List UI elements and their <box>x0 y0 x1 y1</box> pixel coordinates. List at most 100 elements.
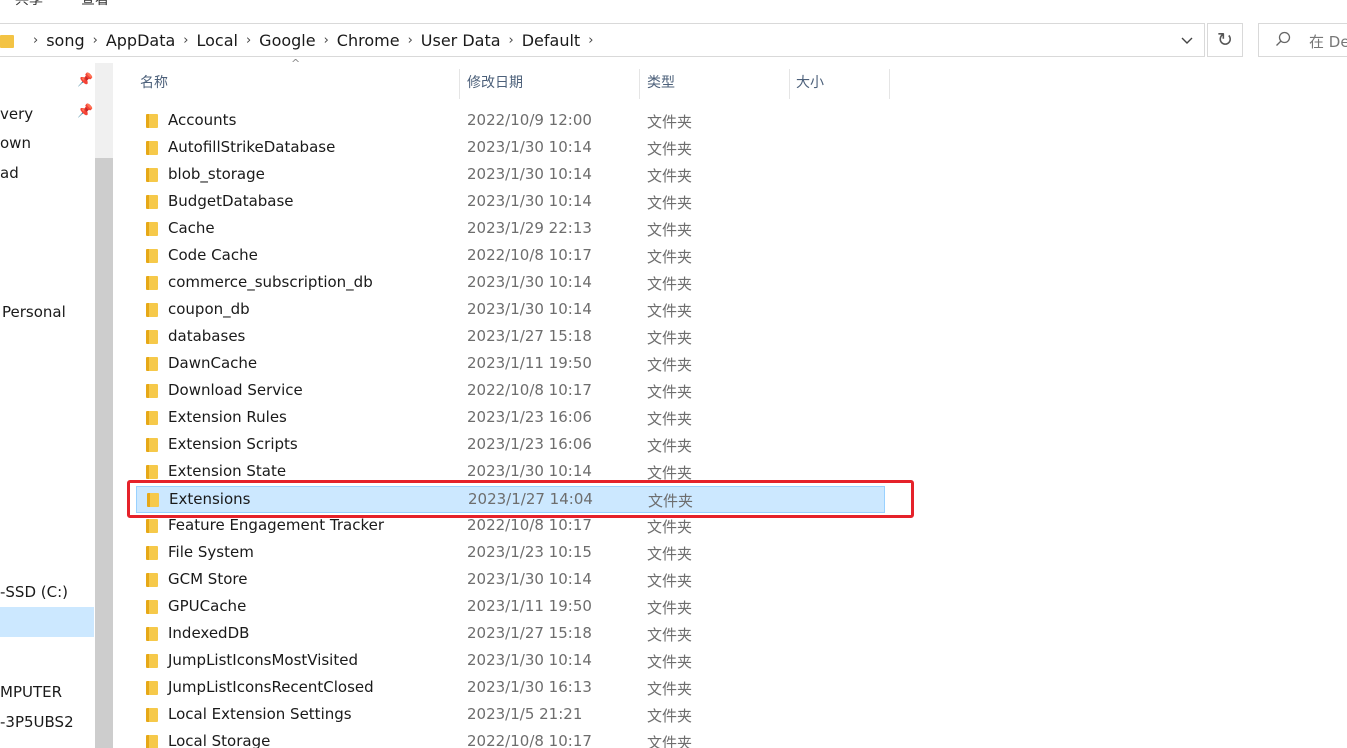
breadcrumb-separator-icon[interactable]: › <box>33 24 38 58</box>
file-name: IndexedDB <box>168 624 250 642</box>
file-modified-date: 2023/1/27 15:18 <box>467 327 592 345</box>
table-row[interactable]: BudgetDatabase 2023/1/30 10:14 文件夹 <box>136 189 885 216</box>
file-modified-date: 2023/1/30 10:14 <box>467 165 592 183</box>
table-row[interactable]: blob_storage 2023/1/30 10:14 文件夹 <box>136 162 885 189</box>
file-type: 文件夹 <box>647 626 693 644</box>
breadcrumb-item[interactable]: AppData <box>106 24 175 58</box>
file-type: 文件夹 <box>647 329 693 347</box>
file-name: commerce_subscription_db <box>168 273 373 291</box>
file-modified-date: 2023/1/30 10:14 <box>467 273 592 291</box>
table-row[interactable]: Local Extension Settings 2023/1/5 21:21 文件… <box>136 702 885 729</box>
breadcrumb-separator-icon[interactable]: › <box>246 24 251 58</box>
table-row[interactable]: DawnCache 2023/1/11 19:50 文件夹 <box>136 351 885 378</box>
table-row[interactable]: File System 2023/1/23 10:15 文件夹 <box>136 540 885 567</box>
breadcrumb-item[interactable]: Local <box>197 24 238 58</box>
file-type: 文件夹 <box>647 572 693 590</box>
folder-icon <box>0 35 14 48</box>
table-row[interactable]: Accounts 2022/10/9 12:00 文件夹 <box>136 108 885 135</box>
table-row[interactable]: Cache 2023/1/29 22:13 文件夹 <box>136 216 885 243</box>
nav-scrollbar-thumb[interactable] <box>95 158 113 748</box>
refresh-button[interactable]: ↻ <box>1207 23 1243 57</box>
file-modified-date: 2023/1/30 10:14 <box>467 192 592 210</box>
breadcrumb: › song › AppData › Local › Google › Chrome › User D… <box>25 24 601 58</box>
file-name: GPUCache <box>168 597 247 615</box>
nav-item[interactable]: ad <box>0 163 19 183</box>
breadcrumb-item[interactable]: song <box>46 24 84 58</box>
file-type: 文件夹 <box>647 140 693 158</box>
table-row[interactable]: Extension Rules 2023/1/23 16:06 文件夹 <box>136 405 885 432</box>
breadcrumb-separator-icon[interactable]: › <box>93 24 98 58</box>
file-type: 文件夹 <box>647 437 693 455</box>
table-row[interactable]: GCM Store 2023/1/30 10:14 文件夹 <box>136 567 885 594</box>
table-row[interactable]: IndexedDB 2023/1/27 15:18 文件夹 <box>136 621 885 648</box>
highlight-annotation <box>127 480 914 518</box>
file-name: databases <box>168 327 246 345</box>
breadcrumb-separator-icon[interactable]: › <box>183 24 188 58</box>
search-input[interactable]: 在 De <box>1258 23 1347 57</box>
table-row[interactable]: GPUCache 2023/1/11 19:50 文件夹 <box>136 594 885 621</box>
file-modified-date: 2023/1/30 10:14 <box>467 570 592 588</box>
column-name[interactable]: 名称 <box>128 63 458 103</box>
file-name: DawnCache <box>168 354 258 372</box>
nav-item[interactable]: Personal <box>2 302 66 322</box>
table-row[interactable]: databases 2023/1/27 15:18 文件夹 <box>136 324 885 351</box>
breadcrumb-separator-icon[interactable]: › <box>324 24 329 58</box>
table-row[interactable]: Code Cache 2022/10/8 10:17 文件夹 <box>136 243 885 270</box>
folder-icon <box>146 735 158 748</box>
table-row[interactable]: Extension Scripts 2023/1/23 16:06 文件夹 <box>136 432 885 459</box>
folder-icon <box>146 411 158 425</box>
folder-icon <box>146 141 158 155</box>
ribbon-tabs: 共享 查看 <box>0 0 300 10</box>
column-divider[interactable] <box>889 69 890 99</box>
folder-icon <box>146 627 158 641</box>
folder-icon <box>146 573 158 587</box>
address-bar[interactable]: › song › AppData › Local › Google › Chrome › User D… <box>0 23 1205 57</box>
file-type: 文件夹 <box>647 599 693 617</box>
folder-icon <box>146 519 158 533</box>
file-modified-date: 2023/1/23 16:06 <box>467 435 592 453</box>
file-name: Extension Rules <box>168 408 287 426</box>
column-date[interactable]: 修改日期 <box>455 63 635 103</box>
breadcrumb-item[interactable]: Chrome <box>337 24 400 58</box>
folder-icon <box>146 222 158 236</box>
column-size[interactable]: 大小 <box>784 63 884 103</box>
file-type: 文件夹 <box>647 356 693 374</box>
file-name: JumpListIconsMostVisited <box>168 651 358 669</box>
breadcrumb-item[interactable]: Google <box>259 24 315 58</box>
table-row[interactable]: coupon_db 2023/1/30 10:14 文件夹 <box>136 297 885 324</box>
table-row[interactable]: JumpListIconsMostVisited 2023/1/30 10:14 文… <box>136 648 885 675</box>
file-list: Accounts 2022/10/9 12:00 文件夹 AutofillStrike… <box>128 108 898 748</box>
breadcrumb-item[interactable]: Default <box>522 24 580 58</box>
file-type: 文件夹 <box>647 221 693 239</box>
table-row[interactable]: commerce_subscription_db 2023/1/30 10:14 文… <box>136 270 885 297</box>
file-modified-date: 2023/1/11 19:50 <box>467 597 592 615</box>
table-row[interactable]: AutofillStrikeDatabase 2023/1/30 10:14 文件夹 <box>136 135 885 162</box>
ribbon-tab-view[interactable]: 查看 <box>81 0 109 10</box>
folder-icon <box>146 438 158 452</box>
nav-item-network-computer[interactable]: -3P5UBS2 <box>0 712 74 732</box>
file-modified-date: 2022/10/8 10:17 <box>467 732 592 748</box>
table-row[interactable]: Local Storage 2022/10/8 10:17 文件夹 <box>136 729 885 748</box>
breadcrumb-item[interactable]: User Data <box>421 24 501 58</box>
nav-item-selected[interactable] <box>0 607 94 637</box>
column-type[interactable]: 类型 <box>635 63 785 103</box>
nav-item[interactable]: own <box>0 133 31 153</box>
table-row[interactable]: Download Service 2022/10/8 10:17 文件夹 <box>136 378 885 405</box>
nav-item-network-computer[interactable]: MPUTER <box>0 682 62 702</box>
folder-icon <box>146 249 158 263</box>
pin-icon[interactable]: 📌 <box>77 73 93 88</box>
file-type: 文件夹 <box>647 302 693 320</box>
file-explorer-window: 共享 查看 › song › AppData › Local › Google › Chrome ›… <box>0 0 1347 748</box>
nav-item[interactable]: very <box>0 104 33 124</box>
file-name: JumpListIconsRecentClosed <box>168 678 374 696</box>
breadcrumb-separator-icon[interactable]: › <box>509 24 514 58</box>
file-name: coupon_db <box>168 300 250 318</box>
table-row[interactable]: JumpListIconsRecentClosed 2023/1/30 16:13… <box>136 675 885 702</box>
breadcrumb-separator-icon[interactable]: › <box>588 24 593 58</box>
pin-icon[interactable]: 📌 <box>77 104 93 119</box>
file-type: 文件夹 <box>647 707 693 725</box>
nav-item-drive-c[interactable]: -SSD (C:) <box>0 582 68 602</box>
ribbon-tab-share[interactable]: 共享 <box>15 0 43 10</box>
breadcrumb-separator-icon[interactable]: › <box>408 24 413 58</box>
chevron-down-icon[interactable] <box>1175 30 1199 52</box>
